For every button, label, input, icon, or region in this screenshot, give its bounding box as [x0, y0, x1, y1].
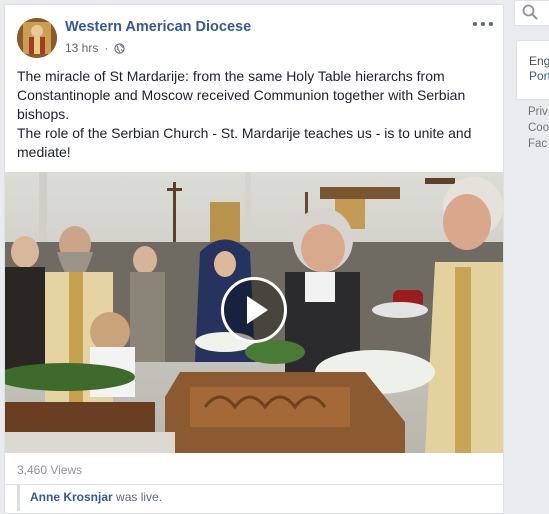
view-count: 3,460 Views	[17, 463, 83, 477]
shared-actor-link[interactable]: Anne Krosnjar	[30, 490, 113, 504]
play-button[interactable]	[221, 277, 287, 343]
post-text: The miracle of St Mardarije: from the sa…	[17, 67, 493, 162]
search-icon	[522, 4, 538, 20]
more-options-icon[interactable]	[473, 19, 493, 29]
post-timestamp[interactable]: 13 hrs	[65, 41, 98, 55]
language-card: Eng Port	[516, 40, 549, 100]
footer-link-cookies[interactable]: Coo	[528, 122, 549, 134]
page-avatar[interactable]	[17, 18, 57, 58]
shared-live-attribution: Anne Krosnjar was live.	[17, 485, 162, 511]
feed-post: Western American Diocese 13 hrs · The mi…	[4, 4, 504, 514]
language-link[interactable]: Port	[529, 69, 549, 83]
language-link-current[interactable]: Eng	[529, 54, 549, 68]
meta-separator: ·	[104, 41, 109, 55]
footer-link-facebook[interactable]: Fac	[528, 138, 547, 150]
post-text-paragraph-2: The role of the Serbian Church - St. Mar…	[17, 125, 472, 160]
post-text-paragraph-1: The miracle of St Mardarije: from the sa…	[17, 68, 466, 122]
footer-link-privacy[interactable]: Priv	[528, 106, 548, 118]
globe-icon[interactable]	[114, 42, 125, 54]
page-name-link[interactable]: Western American Diocese	[65, 19, 251, 35]
shared-action-text: was live.	[116, 490, 163, 504]
video-player[interactable]	[5, 172, 503, 453]
play-icon	[247, 296, 268, 324]
right-column: Eng Port Priv Coo Fac	[514, 0, 549, 506]
post-meta: 13 hrs ·	[65, 41, 125, 55]
search-button[interactable]	[514, 0, 549, 26]
